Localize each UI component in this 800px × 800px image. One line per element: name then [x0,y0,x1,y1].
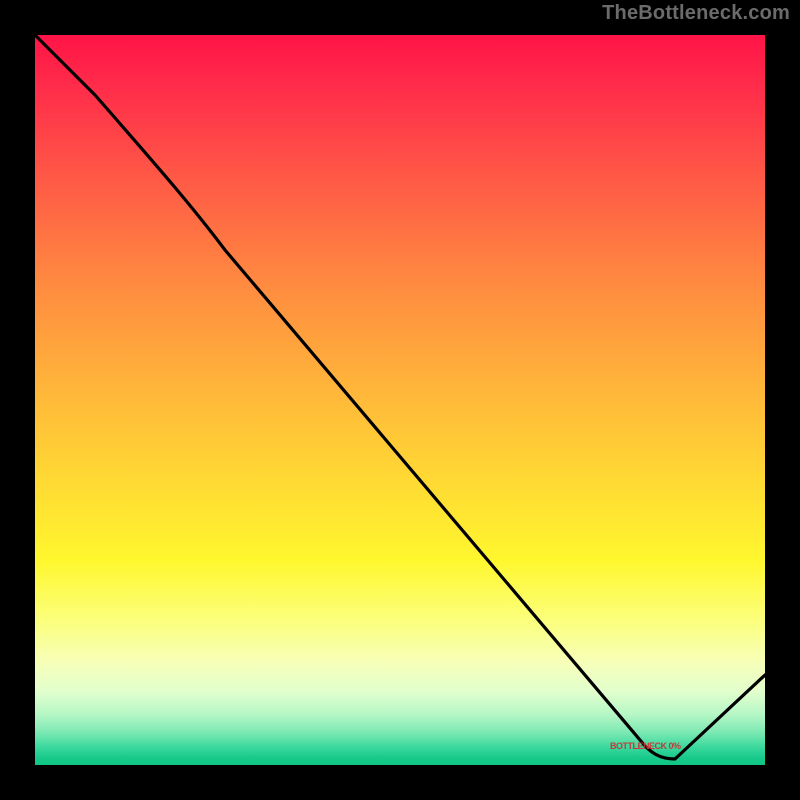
line-path [35,35,765,759]
watermark-text: TheBottleneck.com [602,2,790,25]
bottleneck-curve [35,35,765,765]
chart-frame: TheBottleneck.com BOTTLENECK 0% [0,0,800,800]
bottleneck-marker-label: BOTTLENECK 0% [610,741,681,751]
plot-area: BOTTLENECK 0% [35,35,765,765]
